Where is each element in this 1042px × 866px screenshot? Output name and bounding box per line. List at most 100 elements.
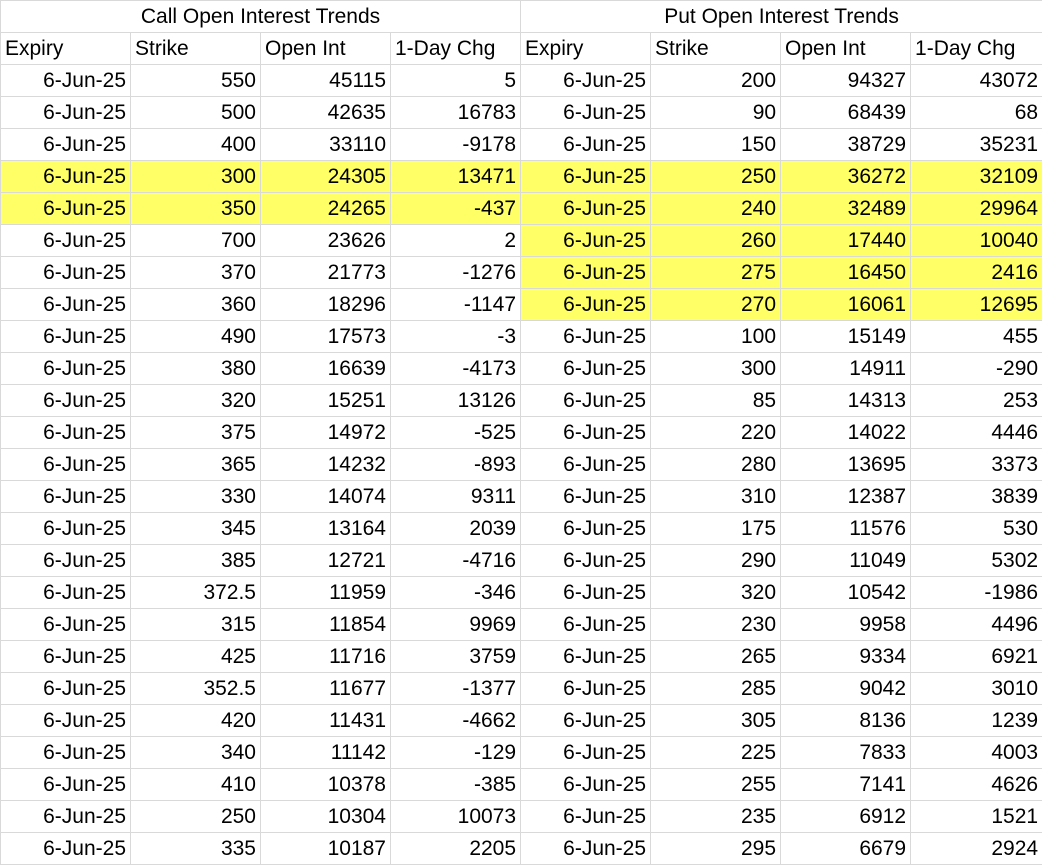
call-strike-cell[interactable]: 425 bbox=[130, 640, 261, 673]
put-strike-cell[interactable]: 310 bbox=[650, 480, 782, 513]
call-strike-cell[interactable]: 365 bbox=[130, 448, 261, 481]
put-chg-cell[interactable]: -1986 bbox=[910, 576, 1042, 609]
call-expiry-cell[interactable]: 6-Jun-25 bbox=[0, 512, 131, 545]
call-open-int-cell[interactable]: 13164 bbox=[260, 512, 391, 545]
put-strike-cell[interactable]: 320 bbox=[650, 576, 782, 609]
put-expiry-cell[interactable]: 6-Jun-25 bbox=[520, 736, 652, 769]
call-chg-cell[interactable]: -385 bbox=[389, 768, 522, 801]
put-chg-cell[interactable]: 6921 bbox=[910, 640, 1042, 673]
put-open-int-cell[interactable]: 9042 bbox=[780, 672, 912, 705]
call-strike-cell[interactable]: 500 bbox=[130, 96, 261, 129]
call-expiry-cell[interactable]: 6-Jun-25 bbox=[0, 256, 131, 289]
call-strike-header[interactable]: Strike bbox=[130, 32, 261, 65]
call-strike-cell[interactable]: 320 bbox=[130, 384, 261, 417]
call-strike-cell[interactable]: 352.5 bbox=[130, 672, 261, 705]
put-expiry-cell[interactable]: 6-Jun-25 bbox=[520, 320, 652, 353]
call-strike-cell[interactable]: 385 bbox=[130, 544, 261, 577]
call-title[interactable]: Call Open Interest Trends bbox=[0, 0, 522, 33]
call-expiry-cell[interactable]: 6-Jun-25 bbox=[0, 352, 131, 385]
put-open-int-cell[interactable]: 16450 bbox=[780, 256, 912, 289]
call-expiry-cell[interactable]: 6-Jun-25 bbox=[0, 768, 131, 801]
put-open-int-header[interactable]: Open Int bbox=[780, 32, 912, 65]
put-expiry-cell[interactable]: 6-Jun-25 bbox=[520, 704, 652, 737]
put-expiry-cell[interactable]: 6-Jun-25 bbox=[520, 832, 652, 865]
put-expiry-cell[interactable]: 6-Jun-25 bbox=[520, 576, 652, 609]
put-strike-cell[interactable]: 240 bbox=[650, 192, 782, 225]
put-expiry-cell[interactable]: 6-Jun-25 bbox=[520, 544, 652, 577]
call-open-int-cell[interactable]: 17573 bbox=[260, 320, 391, 353]
call-chg-cell[interactable]: -4662 bbox=[389, 704, 522, 737]
put-chg-cell[interactable]: 3373 bbox=[910, 448, 1042, 481]
call-chg-cell[interactable]: -1377 bbox=[389, 672, 522, 705]
call-open-int-cell[interactable]: 11677 bbox=[260, 672, 391, 705]
call-open-int-cell[interactable]: 42635 bbox=[260, 96, 391, 129]
call-open-int-header[interactable]: Open Int bbox=[260, 32, 391, 65]
call-open-int-cell[interactable]: 10304 bbox=[260, 800, 391, 833]
call-expiry-cell[interactable]: 6-Jun-25 bbox=[0, 832, 131, 865]
call-expiry-cell[interactable]: 6-Jun-25 bbox=[0, 224, 131, 257]
put-strike-cell[interactable]: 225 bbox=[650, 736, 782, 769]
put-chg-cell[interactable]: 530 bbox=[910, 512, 1042, 545]
put-open-int-cell[interactable]: 9958 bbox=[780, 608, 912, 641]
put-expiry-cell[interactable]: 6-Jun-25 bbox=[520, 768, 652, 801]
call-open-int-cell[interactable]: 24265 bbox=[260, 192, 391, 225]
call-strike-cell[interactable]: 330 bbox=[130, 480, 261, 513]
call-expiry-cell[interactable]: 6-Jun-25 bbox=[0, 416, 131, 449]
call-open-int-cell[interactable]: 11431 bbox=[260, 704, 391, 737]
call-strike-cell[interactable]: 370 bbox=[130, 256, 261, 289]
put-expiry-cell[interactable]: 6-Jun-25 bbox=[520, 96, 652, 129]
call-strike-cell[interactable]: 550 bbox=[130, 64, 261, 97]
call-chg-cell[interactable]: -1276 bbox=[389, 256, 522, 289]
put-open-int-cell[interactable]: 8136 bbox=[780, 704, 912, 737]
call-open-int-cell[interactable]: 21773 bbox=[260, 256, 391, 289]
put-strike-cell[interactable]: 250 bbox=[650, 160, 782, 193]
call-chg-cell[interactable]: 13471 bbox=[389, 160, 522, 193]
call-open-int-cell[interactable]: 14972 bbox=[260, 416, 391, 449]
call-chg-cell[interactable]: 2205 bbox=[389, 832, 522, 865]
put-open-int-cell[interactable]: 12387 bbox=[780, 480, 912, 513]
put-strike-cell[interactable]: 280 bbox=[650, 448, 782, 481]
put-open-int-cell[interactable]: 14313 bbox=[780, 384, 912, 417]
put-open-int-cell[interactable]: 7833 bbox=[780, 736, 912, 769]
put-chg-cell[interactable]: 3010 bbox=[910, 672, 1042, 705]
call-open-int-cell[interactable]: 11716 bbox=[260, 640, 391, 673]
put-open-int-cell[interactable]: 32489 bbox=[780, 192, 912, 225]
call-strike-cell[interactable]: 490 bbox=[130, 320, 261, 353]
put-chg-cell[interactable]: 10040 bbox=[910, 224, 1042, 257]
call-chg-cell[interactable]: 10073 bbox=[389, 800, 522, 833]
call-expiry-cell[interactable]: 6-Jun-25 bbox=[0, 448, 131, 481]
put-chg-cell[interactable]: 4003 bbox=[910, 736, 1042, 769]
put-expiry-header[interactable]: Expiry bbox=[520, 32, 652, 65]
put-open-int-cell[interactable]: 9334 bbox=[780, 640, 912, 673]
put-strike-cell[interactable]: 230 bbox=[650, 608, 782, 641]
call-expiry-cell[interactable]: 6-Jun-25 bbox=[0, 192, 131, 225]
call-open-int-cell[interactable]: 10187 bbox=[260, 832, 391, 865]
put-strike-cell[interactable]: 305 bbox=[650, 704, 782, 737]
put-chg-cell[interactable]: 4446 bbox=[910, 416, 1042, 449]
put-strike-cell[interactable]: 265 bbox=[650, 640, 782, 673]
put-chg-cell[interactable]: 4626 bbox=[910, 768, 1042, 801]
put-open-int-cell[interactable]: 10542 bbox=[780, 576, 912, 609]
put-expiry-cell[interactable]: 6-Jun-25 bbox=[520, 192, 652, 225]
call-open-int-cell[interactable]: 11854 bbox=[260, 608, 391, 641]
put-expiry-cell[interactable]: 6-Jun-25 bbox=[520, 224, 652, 257]
put-expiry-cell[interactable]: 6-Jun-25 bbox=[520, 640, 652, 673]
call-chg-cell[interactable]: -346 bbox=[389, 576, 522, 609]
call-open-int-cell[interactable]: 45115 bbox=[260, 64, 391, 97]
call-chg-header[interactable]: 1-Day Chg bbox=[389, 32, 522, 65]
put-expiry-cell[interactable]: 6-Jun-25 bbox=[520, 384, 652, 417]
put-chg-cell[interactable]: 2416 bbox=[910, 256, 1042, 289]
put-chg-cell[interactable]: 253 bbox=[910, 384, 1042, 417]
call-chg-cell[interactable]: -525 bbox=[389, 416, 522, 449]
put-strike-cell[interactable]: 290 bbox=[650, 544, 782, 577]
call-expiry-cell[interactable]: 6-Jun-25 bbox=[0, 544, 131, 577]
call-strike-cell[interactable]: 315 bbox=[130, 608, 261, 641]
put-chg-cell[interactable]: 68 bbox=[910, 96, 1042, 129]
call-open-int-cell[interactable]: 10378 bbox=[260, 768, 391, 801]
put-expiry-cell[interactable]: 6-Jun-25 bbox=[520, 128, 652, 161]
put-open-int-cell[interactable]: 15149 bbox=[780, 320, 912, 353]
call-chg-cell[interactable]: -893 bbox=[389, 448, 522, 481]
call-expiry-cell[interactable]: 6-Jun-25 bbox=[0, 704, 131, 737]
call-chg-cell[interactable]: -3 bbox=[389, 320, 522, 353]
put-expiry-cell[interactable]: 6-Jun-25 bbox=[520, 256, 652, 289]
